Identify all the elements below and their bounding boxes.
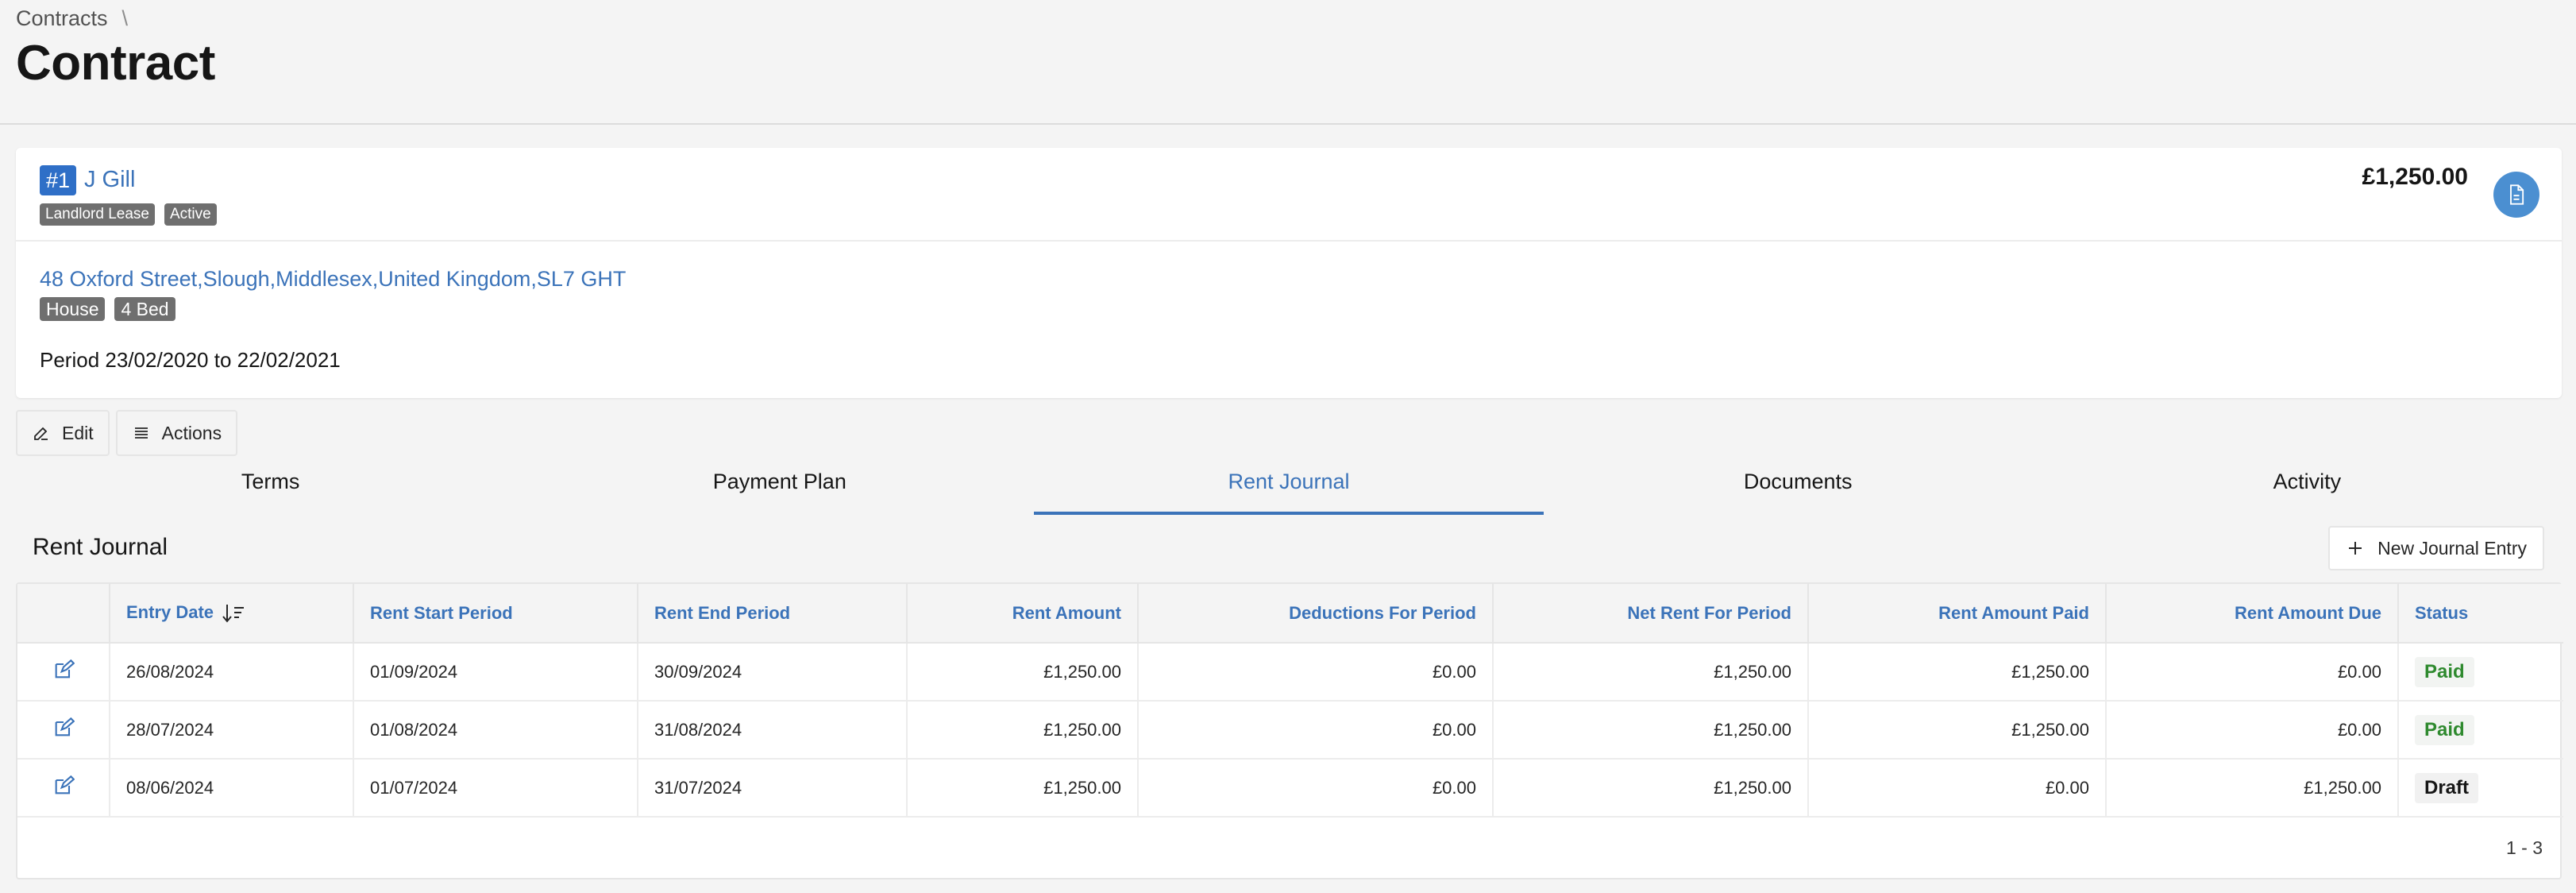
column-header-rent-end[interactable]: Rent End Period — [638, 584, 908, 644]
column-header-deductions[interactable]: Deductions For Period — [1138, 584, 1494, 644]
document-icon — [2510, 184, 2524, 205]
table-header-row: Entry Date Rent Start Period Rent End Pe… — [17, 584, 2563, 644]
contract-amount: £1,250.00 — [2362, 164, 2468, 190]
actions-button[interactable]: Actions — [115, 410, 238, 456]
new-journal-entry-button[interactable]: New Journal Entry — [2328, 526, 2544, 570]
action-buttons: Edit Actions — [16, 410, 238, 456]
rent-journal-table: Entry Date Rent Start Period Rent End Pe… — [16, 582, 2563, 879]
rent-end-cell: 30/09/2024 — [638, 643, 908, 702]
rent-journal-title: Rent Journal — [33, 534, 168, 560]
rent-amount-cell: £1,250.00 — [907, 759, 1139, 818]
contract-tabs: Terms Payment Plan Rent Journal Document… — [16, 454, 2562, 515]
net-rent-cell: £1,250.00 — [1493, 643, 1809, 702]
status-cell: Paid — [2398, 643, 2563, 702]
page-title: Contract — [16, 36, 215, 91]
column-header-entry-date[interactable]: Entry Date — [110, 584, 354, 644]
pagination-range: 1 - 3 — [2505, 837, 2543, 858]
column-header-rent-amount[interactable]: Rent Amount — [907, 584, 1139, 644]
contract-card-header: #1 J Gill Landlord Lease Active £1,250.0… — [16, 148, 2562, 242]
deductions-cell: £0.00 — [1138, 643, 1494, 702]
edit-row-cell — [17, 759, 110, 818]
contract-card: #1 J Gill Landlord Lease Active £1,250.0… — [16, 148, 2562, 398]
property-type-tag: House — [40, 297, 106, 321]
rent-start-cell: 01/09/2024 — [353, 643, 638, 702]
status-cell: Draft — [2398, 759, 2563, 818]
rent-start-cell: 01/07/2024 — [353, 759, 638, 818]
amount-due-cell: £1,250.00 — [2106, 759, 2399, 818]
breadcrumb-separator: \ — [121, 6, 129, 30]
entry-date-cell: 08/06/2024 — [110, 759, 354, 818]
edit-row-cell — [17, 701, 110, 760]
column-header-amount-due[interactable]: Rent Amount Due — [2106, 584, 2399, 644]
contract-name-link[interactable]: J Gill — [84, 165, 135, 194]
rent-start-cell: 01/08/2024 — [353, 701, 638, 760]
rent-end-cell: 31/08/2024 — [638, 701, 908, 760]
menu-icon — [134, 427, 148, 439]
entry-date-cell: 28/07/2024 — [110, 701, 354, 760]
tab-terms[interactable]: Terms — [16, 454, 525, 515]
status-badge: Paid — [2415, 714, 2474, 745]
property-address-link[interactable]: 48 Oxford Street,Slough,Middlesex,United… — [40, 267, 626, 292]
document-button[interactable] — [2493, 172, 2539, 218]
column-header-status[interactable]: Status — [2398, 584, 2563, 644]
edit-button-label: Edit — [62, 422, 94, 443]
table-row: 26/08/2024 01/09/2024 30/09/2024 £1,250.… — [17, 643, 2563, 702]
actions-button-label: Actions — [161, 422, 222, 443]
header-divider — [0, 123, 2576, 125]
amount-paid-cell: £0.00 — [1808, 759, 2107, 818]
tab-activity[interactable]: Activity — [2053, 454, 2562, 515]
net-rent-cell: £1,250.00 — [1493, 759, 1809, 818]
edit-icon — [34, 427, 48, 440]
column-header-edit — [17, 584, 110, 644]
tab-documents[interactable]: Documents — [1544, 454, 2053, 515]
status-badge: Draft — [2415, 772, 2479, 803]
net-rent-cell: £1,250.00 — [1493, 701, 1809, 760]
table-row: 08/06/2024 01/07/2024 31/07/2024 £1,250.… — [17, 759, 2563, 818]
column-header-amount-paid[interactable]: Rent Amount Paid — [1808, 584, 2107, 644]
rent-amount-cell: £1,250.00 — [907, 643, 1139, 702]
edit-icon[interactable] — [52, 659, 75, 681]
amount-due-cell: £0.00 — [2106, 701, 2399, 760]
plus-icon — [2349, 542, 2362, 555]
column-header-label: Entry Date — [126, 601, 214, 622]
contract-period: Period 23/02/2020 to 22/02/2021 — [40, 348, 341, 372]
rent-amount-cell: £1,250.00 — [907, 701, 1139, 760]
column-header-rent-start[interactable]: Rent Start Period — [353, 584, 638, 644]
property-tags: House 4 Bed — [40, 297, 179, 321]
deductions-cell: £0.00 — [1138, 701, 1494, 760]
contract-status-tag: Active — [164, 203, 217, 226]
edit-icon[interactable] — [52, 717, 75, 739]
tab-payment-plan[interactable]: Payment Plan — [525, 454, 1034, 515]
breadcrumb-contracts-link[interactable]: Contracts — [16, 6, 108, 31]
column-header-net-rent[interactable]: Net Rent For Period — [1493, 584, 1809, 644]
amount-paid-cell: £1,250.00 — [1808, 701, 2107, 760]
status-badge: Paid — [2415, 656, 2474, 687]
breadcrumb: Contracts \ — [16, 6, 128, 31]
edit-button[interactable]: Edit — [16, 410, 110, 456]
status-cell: Paid — [2398, 701, 2563, 760]
new-journal-entry-label: New Journal Entry — [2377, 537, 2527, 559]
contract-tags: Landlord Lease Active — [40, 201, 221, 226]
edit-icon[interactable] — [52, 775, 75, 797]
deductions-cell: £0.00 — [1138, 759, 1494, 818]
edit-row-cell — [17, 643, 110, 702]
amount-paid-cell: £1,250.00 — [1808, 643, 2107, 702]
contract-type-tag: Landlord Lease — [40, 203, 155, 226]
contract-id-badge: #1 — [40, 165, 77, 195]
entry-date-cell: 26/08/2024 — [110, 643, 354, 702]
bedrooms-tag: 4 Bed — [114, 297, 175, 321]
amount-due-cell: £0.00 — [2106, 643, 2399, 702]
tab-rent-journal[interactable]: Rent Journal — [1034, 454, 1544, 515]
table-row: 28/07/2024 01/08/2024 31/08/2024 £1,250.… — [17, 701, 2563, 760]
sort-descending-icon[interactable] — [222, 603, 245, 624]
rent-end-cell: 31/07/2024 — [638, 759, 908, 818]
